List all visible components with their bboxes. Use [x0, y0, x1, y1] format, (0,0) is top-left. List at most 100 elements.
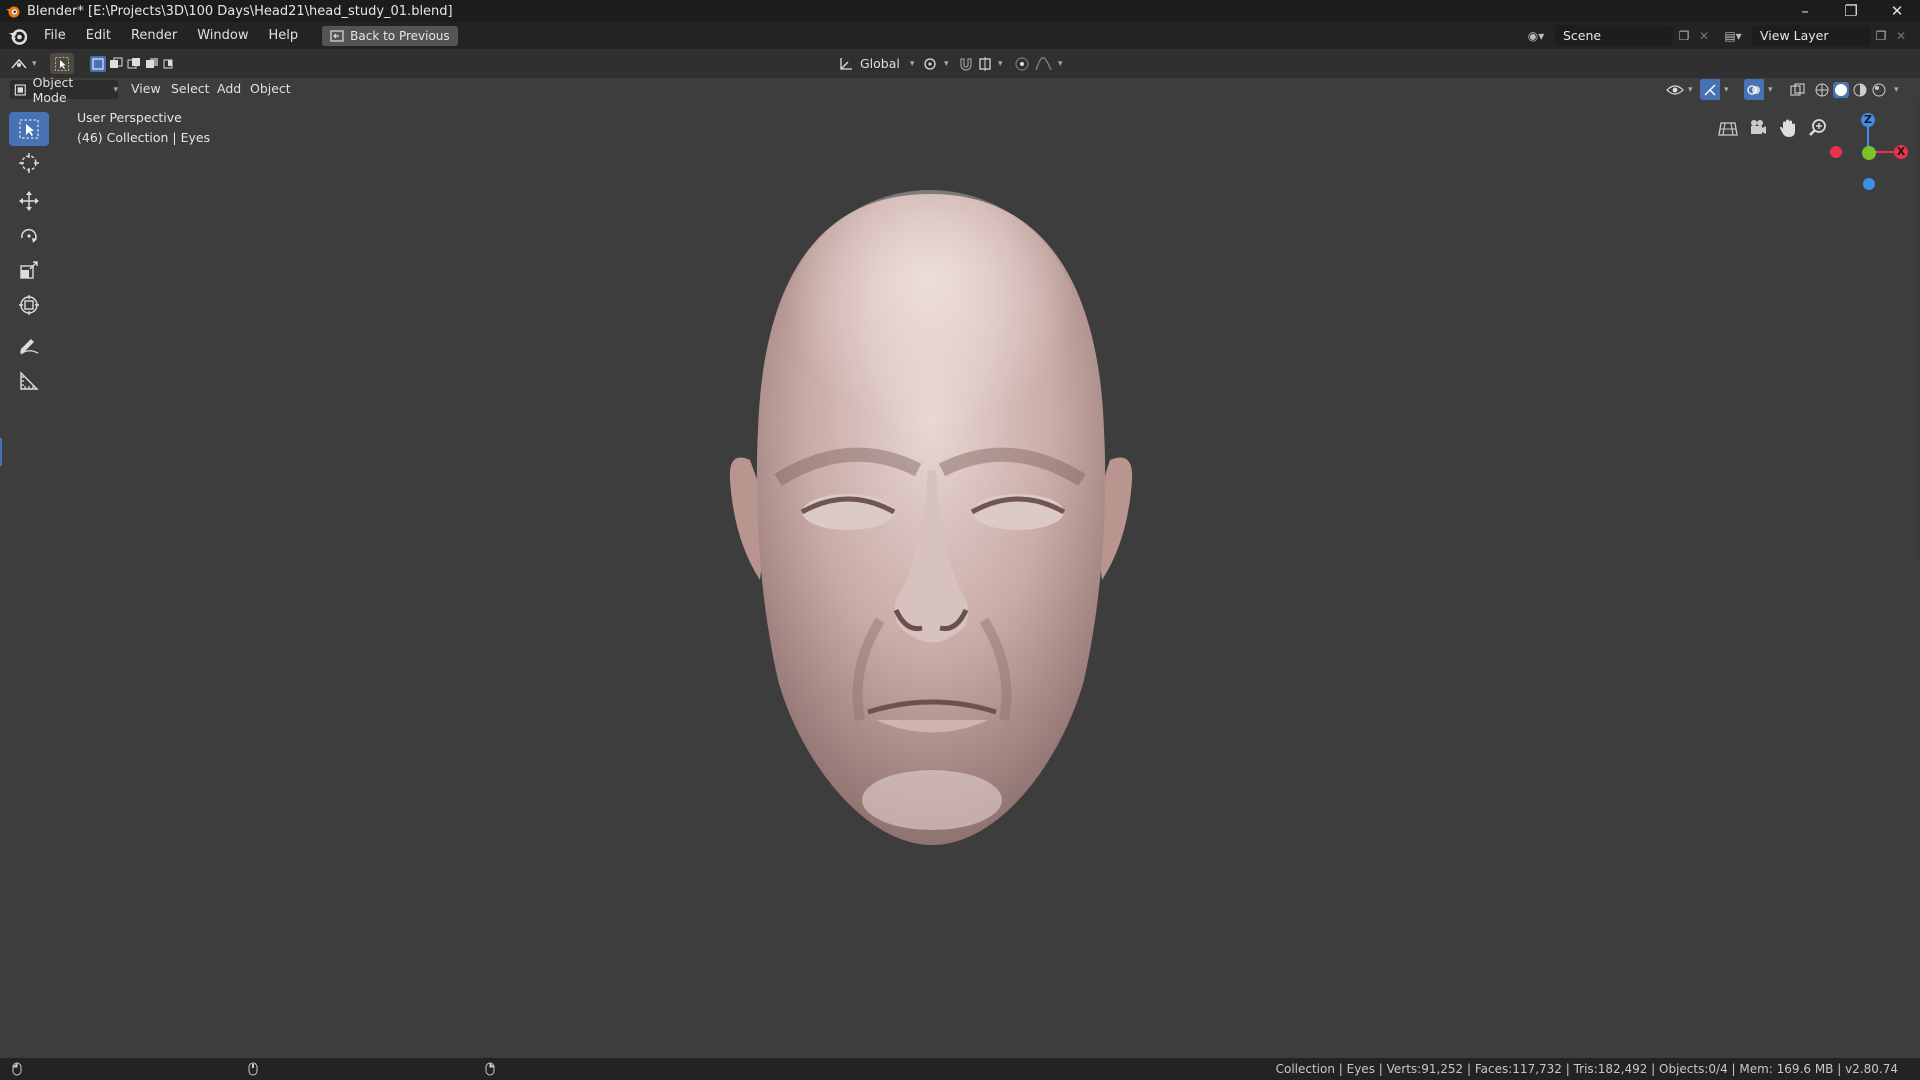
transform-orientation-value: Global	[860, 56, 900, 71]
restore-button[interactable]: ❐	[1828, 0, 1874, 22]
minimize-button[interactable]: –	[1782, 0, 1828, 22]
menu-select[interactable]: Select	[171, 78, 210, 100]
overlays-dropdown[interactable]: ▾	[1764, 79, 1773, 100]
menu-object[interactable]: Object	[250, 78, 291, 100]
view-layer-name-field[interactable]: View Layer	[1752, 25, 1870, 46]
menu-help[interactable]: Help	[259, 22, 309, 49]
move-arrows-icon	[19, 191, 39, 211]
gizmo-z-axis[interactable]: Z	[1861, 113, 1875, 127]
gizmo-y-axis[interactable]	[1862, 146, 1876, 160]
tool-select-box[interactable]	[9, 112, 49, 146]
scene-new-icon[interactable]: ❐	[1673, 25, 1695, 46]
tool-scale[interactable]	[9, 253, 49, 287]
blender-logo-icon[interactable]	[8, 26, 28, 46]
gizmo-neg-z-axis[interactable]	[1863, 178, 1875, 190]
viewport-perspective-label: User Perspective	[77, 110, 182, 125]
gizmo-dropdown[interactable]: ▾	[1720, 79, 1729, 100]
menu-window[interactable]: Window	[187, 22, 258, 49]
gizmo-x-axis[interactable]: X	[1894, 145, 1908, 159]
scene-statistics: Collection | Eyes | Verts:91,252 | Faces…	[1275, 1062, 1898, 1076]
tool-shelf	[0, 100, 56, 1060]
select-tool-indicator[interactable]	[50, 53, 74, 74]
pivot-point-dropdown[interactable]: ▾	[922, 53, 949, 74]
menu-add[interactable]: Add	[217, 78, 241, 100]
tool-annotate[interactable]	[9, 328, 49, 362]
shading-material-icon[interactable]	[1852, 82, 1868, 98]
hand-pan-icon	[1780, 119, 1795, 137]
transform-orientation-dropdown[interactable]: Global ▾	[838, 53, 914, 74]
toggle-camera-view-button[interactable]	[1714, 114, 1742, 142]
editor-type-dropdown[interactable]: ▾	[10, 53, 37, 74]
proportional-falloff-dropdown[interactable]: ▾	[1034, 53, 1063, 74]
falloff-curve-icon	[1035, 56, 1052, 70]
orientation-global-icon	[840, 57, 852, 70]
3d-cursor-icon	[19, 153, 39, 173]
back-to-previous-label: Back to Previous	[350, 28, 450, 43]
mode-subtract-icon[interactable]	[126, 56, 142, 72]
scene-name-field[interactable]: Scene	[1555, 25, 1673, 46]
visibility-dropdown[interactable]: ▾	[1666, 79, 1693, 100]
xray-toggle[interactable]	[1790, 79, 1806, 100]
tool-cursor[interactable]	[9, 146, 49, 180]
viewport-header: Object Mode ▾ View Select Add Object ▾ ▾…	[0, 75, 1920, 105]
snap-toggle[interactable]	[958, 53, 974, 74]
shading-dropdown[interactable]: ▾	[1894, 85, 1899, 95]
tool-measure[interactable]	[9, 364, 49, 398]
camera-view-button[interactable]	[1744, 114, 1772, 142]
select-box-tool-icon	[19, 119, 39, 139]
proportional-edit-icon	[1015, 56, 1029, 71]
shading-wireframe-icon[interactable]	[1814, 82, 1830, 98]
menu-view[interactable]: View	[131, 78, 161, 100]
overlays-toggle[interactable]	[1744, 79, 1764, 100]
tool-transform[interactable]	[9, 288, 49, 322]
shading-solid-icon[interactable]	[1833, 81, 1849, 98]
shading-rendered-icon[interactable]	[1871, 82, 1887, 98]
scene-remove-icon[interactable]: ✕	[1693, 25, 1715, 46]
view-layer-new-icon[interactable]: ❐	[1870, 25, 1892, 46]
mouse-middle-icon	[248, 1062, 258, 1076]
selection-mode-buttons	[90, 53, 178, 74]
pivot-point-icon	[924, 57, 936, 70]
pan-view-button[interactable]	[1774, 114, 1802, 142]
camera-icon	[1751, 120, 1766, 134]
menu-file[interactable]: File	[34, 22, 76, 49]
close-button[interactable]: ✕	[1874, 0, 1920, 22]
mouse-right-icon	[485, 1062, 495, 1076]
viewport-collection-label: (46) Collection | Eyes	[77, 130, 211, 145]
status-bar: Collection | Eyes | Verts:91,252 | Faces…	[0, 1058, 1920, 1080]
mode-difference-icon[interactable]	[144, 56, 160, 72]
viewport-sidebar-edge[interactable]	[1916, 100, 1920, 560]
object-mode-dropdown[interactable]: Object Mode ▾	[10, 75, 118, 105]
gizmo-neg-x-axis[interactable]	[1830, 146, 1842, 158]
menu-render[interactable]: Render	[121, 22, 187, 49]
head-model-render	[729, 190, 1133, 845]
mode-intersect-icon[interactable]	[162, 56, 178, 72]
measure-ruler-icon	[20, 371, 39, 390]
view-layer-remove-icon[interactable]: ✕	[1890, 25, 1912, 46]
xray-icon	[1790, 83, 1805, 95]
scene-browse-icon[interactable]: ◉▾	[1525, 25, 1547, 46]
window-title: Blender* [E:\Projects\3D\100 Days\Head21…	[27, 3, 453, 19]
gizmo-toggle[interactable]	[1700, 79, 1720, 100]
view-layer-browse-icon[interactable]: ▤▾	[1722, 25, 1744, 46]
overlays-icon	[1747, 84, 1760, 95]
menu-edit[interactable]: Edit	[76, 22, 121, 49]
annotate-pencil-icon	[20, 339, 39, 355]
snap-magnet-icon	[960, 57, 972, 71]
gizmo-icon	[1704, 83, 1716, 96]
view-layer-name: View Layer	[1760, 28, 1829, 43]
mouse-left-icon	[12, 1062, 22, 1076]
eye-visibility-icon	[1666, 84, 1684, 95]
tool-header: ▾ Global ▾ ▾ ▾ ▾	[0, 49, 1920, 78]
window-titlebar: Blender* [E:\Projects\3D\100 Days\Head21…	[0, 0, 1920, 22]
proportional-editing-toggle[interactable]	[1014, 53, 1030, 74]
tool-rotate[interactable]	[9, 219, 49, 253]
tool-move[interactable]	[9, 184, 49, 218]
scale-icon	[20, 261, 38, 279]
mode-extend-icon[interactable]	[108, 56, 124, 72]
object-mode-icon	[14, 83, 26, 96]
gizmo-x-label: X	[1896, 145, 1906, 158]
snap-target-dropdown[interactable]: ▾	[978, 53, 1003, 74]
back-to-previous-button[interactable]: Back to Previous	[322, 25, 458, 46]
mode-set-icon[interactable]	[90, 55, 106, 72]
